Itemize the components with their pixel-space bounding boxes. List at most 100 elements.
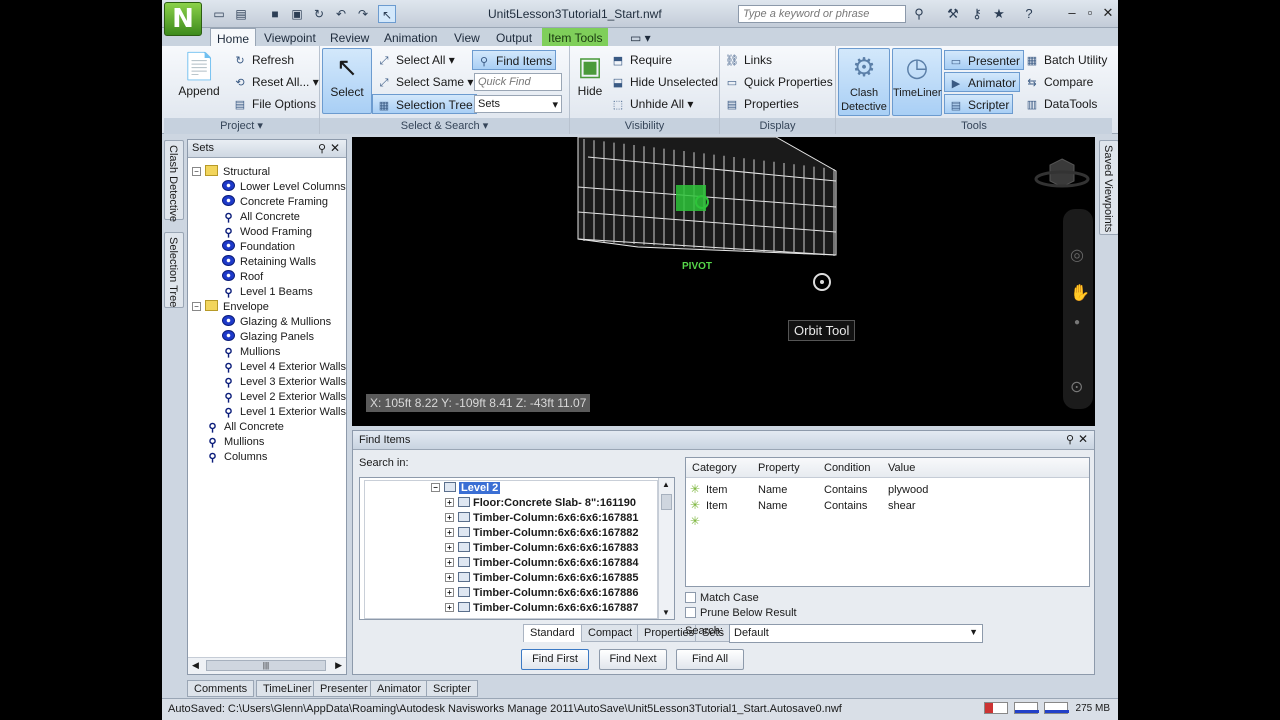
tree-item[interactable]: + Timber-Column:6x6:6x6:167887 [445,601,638,616]
open-icon[interactable]: ▤ [232,5,250,23]
selection-tree-button[interactable]: ▦ Selection Tree [372,94,477,114]
expand-toggle-icon[interactable]: + [445,603,454,612]
minimize-button[interactable]: – [1062,4,1082,22]
scripter-button[interactable]: ▤ Scripter [944,94,1014,114]
redo-icon[interactable]: ↷ [354,5,372,23]
file-options-button[interactable]: ▤ File Options [232,94,316,114]
tools-icon[interactable]: ⚒ [944,5,962,23]
sets-tree-item[interactable]: ⚲ Mullions [192,435,264,450]
sets-tree-item[interactable]: Glazing Panels [222,330,314,345]
zoom-icon[interactable]: ● [1074,317,1080,328]
save-icon[interactable]: ■ [266,5,284,23]
compare-button[interactable]: ⇆ Compare [1024,72,1093,92]
tab-item-tools[interactable]: Item Tools [542,28,609,46]
expand-toggle-icon[interactable]: + [445,573,454,582]
sets-tree-item[interactable]: Lower Level Columns [222,180,346,195]
checkbox-box[interactable] [685,607,696,618]
pin-icon[interactable]: ⚲ [1066,433,1074,446]
prune-below-result-checkbox[interactable]: Prune Below Result [685,607,797,620]
find-first-button[interactable]: Find First [521,649,589,670]
bottom-tab-comments[interactable]: Comments [187,680,255,697]
3d-viewport[interactable]: PIVOT Orbit Tool X: 105ft 8.22 Y: -109ft… [352,137,1095,426]
expand-toggle-icon[interactable]: − [431,483,440,492]
pan-hand-icon[interactable]: ✋ [1070,283,1090,303]
quick-find-input[interactable]: Quick Find [474,73,562,91]
sets-tree-item[interactable]: Roof [222,270,263,285]
require-button[interactable]: ⬒ Require [610,50,672,70]
timeliner-button[interactable]: ◷ TimeLiner [892,48,942,116]
condition-category-cell[interactable]: Item [706,482,727,498]
tree-item[interactable]: + Timber-Column:6x6:6x6:167884 [445,556,638,571]
close-icon[interactable]: ✕ [330,141,340,155]
select-cursor-icon[interactable]: ↖ [378,5,396,23]
select-search-panel-label[interactable]: Select & Search ▾ [320,118,569,134]
tab-compact[interactable]: Compact [581,624,640,642]
conditions-grid[interactable]: Category Property Condition Value ✳ Item N… [685,457,1090,587]
sets-tree-item[interactable]: ⚲ Level 2 Exterior Walls [222,390,346,405]
properties-button[interactable]: ▤ Properties [724,94,799,114]
binoculars-icon[interactable]: ⚲ [910,5,928,23]
sets-tree-item[interactable]: Concrete Framing [222,195,328,210]
tab-home[interactable]: Home [210,28,257,47]
scroll-left-icon[interactable]: ◀ [192,660,199,671]
expand-toggle-icon[interactable]: + [445,498,454,507]
tree-item-level-2[interactable]: − Level 2 [431,481,501,496]
sets-tree-item[interactable]: Retaining Walls [222,255,316,270]
condition-condition-cell[interactable]: Contains [824,498,867,514]
tree-item[interactable]: + Timber-Column:6x6:6x6:167883 [445,541,638,556]
refresh-icon[interactable]: ↻ [310,5,328,23]
sets-tree-item[interactable]: ⚲ All Concrete [222,210,299,225]
bottom-tab-animator[interactable]: Animator [370,680,429,697]
expand-toggle-icon[interactable]: + [445,528,454,537]
sets-tree-item[interactable]: ⚲ Columns [192,450,267,465]
tab-animation[interactable]: Animation [378,28,443,46]
sets-tree-item[interactable]: Foundation [222,240,295,255]
maximize-button[interactable]: ▫ [1080,4,1100,22]
condition-value-cell[interactable]: plywood [888,482,928,498]
sets-tree-item[interactable]: ⚲ Level 3 Exterior Walls [222,375,346,390]
expand-toggle-icon[interactable]: + [445,558,454,567]
match-case-checkbox[interactable]: Match Case [685,592,759,605]
help-icon[interactable]: ? [1020,5,1038,23]
bottom-tab-timeliner[interactable]: TimeLiner [256,680,319,697]
tree-item[interactable]: + Timber-Column:6x6:6x6:167886 [445,586,638,601]
tree-item[interactable]: + Timber-Column:6x6:6x6:167885 [445,571,638,586]
key-icon[interactable]: ⚷ [968,5,986,23]
sets-tree-item[interactable]: Glazing & Mullions [222,315,331,330]
search-mode-select[interactable]: Default ▼ [729,624,983,643]
animator-button[interactable]: ▶ Animator [944,72,1021,92]
scroll-right-icon[interactable]: ▶ [335,660,342,671]
application-menu-button[interactable]: N [164,2,202,36]
checkbox-box[interactable] [685,592,696,603]
condition-property-cell[interactable]: Name [758,482,787,498]
append-button[interactable]: 📄 Append [174,48,224,98]
hide-button[interactable]: ▣ Hide [572,48,608,98]
close-button[interactable]: ✕ [1098,4,1118,22]
column-value[interactable]: Value [888,462,915,474]
sets-tree-item[interactable]: ⚲ Wood Framing [222,225,311,240]
refresh-button[interactable]: ↻ Refresh [232,50,294,70]
tab-output[interactable]: Output [490,28,538,46]
select-same-button[interactable]: ⤢ Select Same ▾ [376,72,474,92]
unhide-all-button[interactable]: ⬚ Unhide All ▾ [610,94,694,114]
condition-condition-cell[interactable]: Contains [824,482,867,498]
datatools-button[interactable]: ▥ DataTools [1024,94,1098,114]
sets-tree-item[interactable]: ⚲ Mullions [222,345,280,360]
column-condition[interactable]: Condition [824,462,870,474]
new-condition-row-icon[interactable]: ✳ [690,514,700,528]
vertical-scrollbar[interactable]: ▲ ▼ [658,478,674,619]
tab-standard[interactable]: Standard [523,624,582,642]
tree-item[interactable]: + Floor:Concrete Slab- 8":161190 [445,496,636,511]
select-all-button[interactable]: ⤢ Select All ▾ [376,50,455,70]
quick-properties-button[interactable]: ▭ Quick Properties [724,72,833,92]
column-property[interactable]: Property [758,462,800,474]
horizontal-scrollbar[interactable]: ◀ ||| ▶ [188,657,346,674]
bottom-tab-scripter[interactable]: Scripter [426,680,478,697]
column-category[interactable]: Category [692,462,737,474]
batch-utility-button[interactable]: ▦ Batch Utility [1024,50,1108,70]
condition-value-cell[interactable]: shear [888,498,916,514]
scroll-up-icon[interactable]: ▲ [662,480,670,489]
reset-all-button[interactable]: ⟲ Reset All... ▾ [232,72,318,92]
keyword-search-input[interactable]: Type a keyword or phrase [738,5,906,23]
condition-property-cell[interactable]: Name [758,498,787,514]
